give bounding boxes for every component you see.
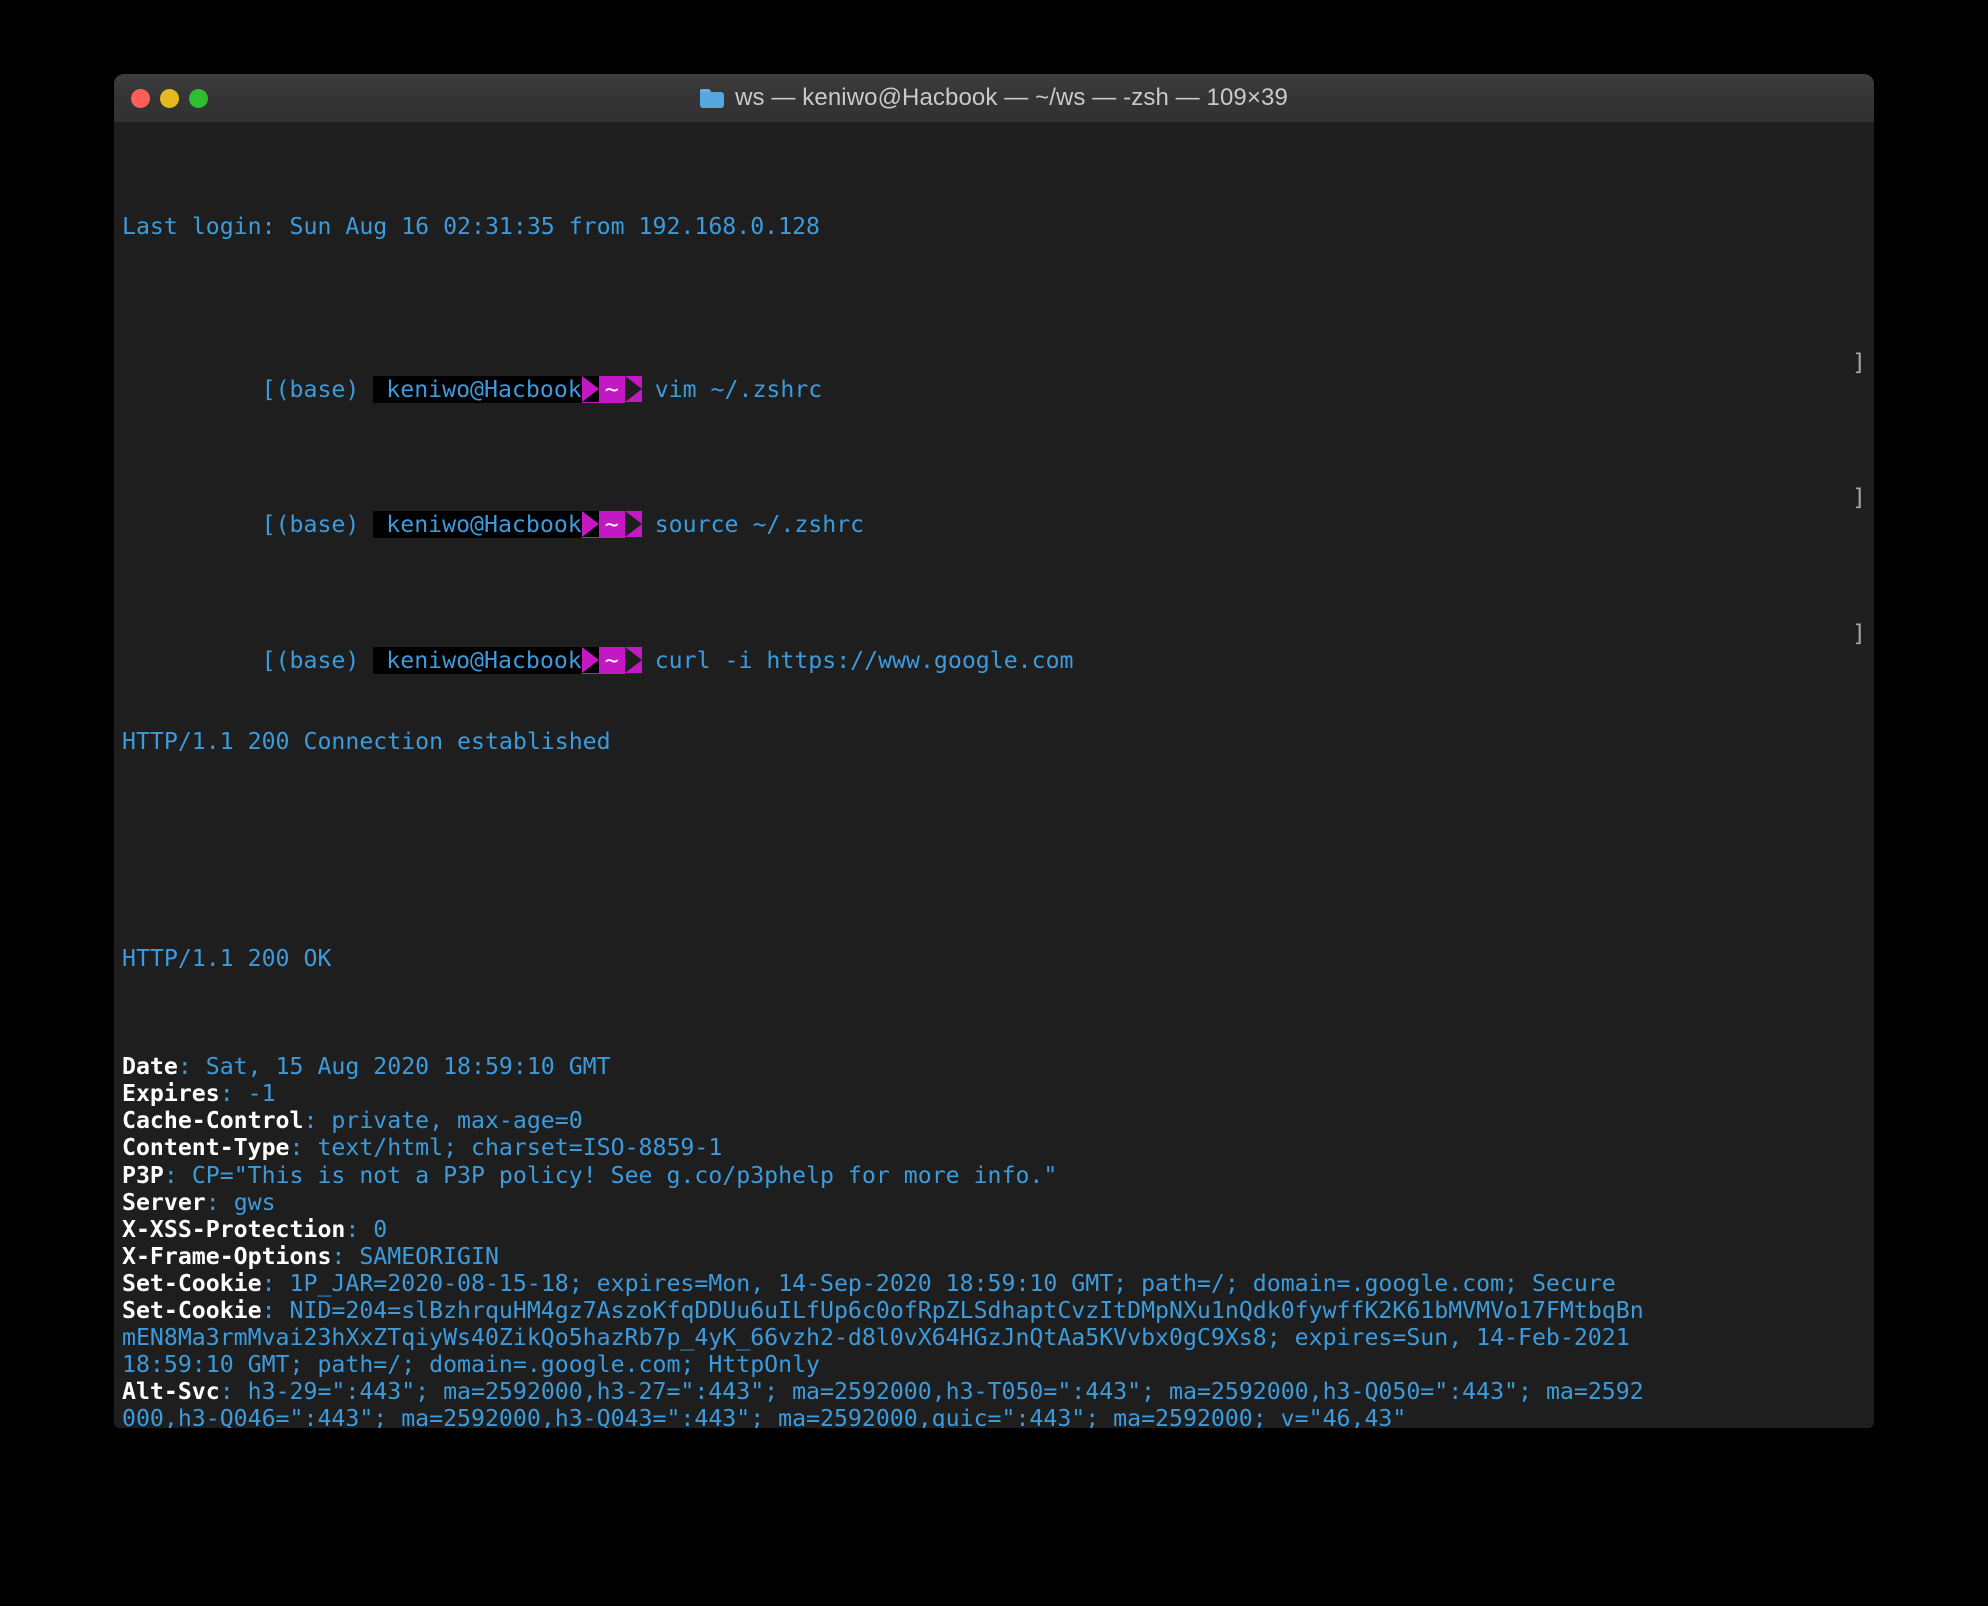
window-title-group: ws — keniwo@Hacbook — ~/ws — -zsh — 109×… xyxy=(114,84,1874,112)
prompt-host: keniwo@Hacbook xyxy=(373,375,582,403)
prompt-directory: ~ xyxy=(598,375,625,403)
powerline-separator-icon xyxy=(624,646,642,674)
http-header-colon: : xyxy=(303,1107,332,1135)
http-header-row: Content-Type: text/html; charset=ISO-885… xyxy=(122,1134,1874,1161)
prompt-tail: ] xyxy=(1852,348,1866,376)
window-controls xyxy=(131,74,208,122)
http-header-value: mEN8Ma3rmMvai23hXxZTqiyWs40ZikQo5hazRb7p… xyxy=(122,1324,1630,1352)
folder-icon xyxy=(700,88,725,108)
prompt-prefix: [(base) xyxy=(261,646,374,674)
maximize-button[interactable] xyxy=(189,88,208,108)
http-header-colon: : xyxy=(163,1161,192,1189)
http-header-row: Cache-Control: private, max-age=0 xyxy=(122,1107,1874,1134)
http-header-name: Server xyxy=(122,1188,206,1216)
http-header-value: 18:59:10 GMT; path=/; domain=.google.com… xyxy=(122,1351,821,1379)
http-header-row: Set-Cookie: NID=204=slBzhrquHM4gz7AszoKf… xyxy=(122,1297,1874,1324)
http-header-colon: : xyxy=(261,1297,290,1325)
prompt-host: keniwo@Hacbook xyxy=(373,511,582,539)
prompt-tail: ] xyxy=(1852,619,1866,647)
last-login-line: Last login: Sun Aug 16 02:31:35 from 192… xyxy=(122,213,821,241)
prompt-line-3: [(base) keniwo@Hacbook ~ curl -i https://w… xyxy=(122,619,1874,674)
powerline-separator-icon xyxy=(581,511,599,539)
terminal-body[interactable]: Last login: Sun Aug 16 02:31:35 from 192… xyxy=(114,123,1874,1428)
connection-status-line: HTTP/1.1 200 Connection established xyxy=(122,728,611,756)
http-header-colon: : xyxy=(261,1269,290,1297)
http-header-row: P3P: CP="This is not a P3P policy! See g… xyxy=(122,1162,1874,1189)
window-titlebar[interactable]: ws — keniwo@Hacbook — ~/ws — -zsh — 109×… xyxy=(114,74,1874,123)
http-header-value: 0 xyxy=(373,1215,388,1243)
http-header-colon: : xyxy=(177,1053,206,1081)
http-header-row: X-Frame-Options: SAMEORIGIN xyxy=(122,1243,1874,1270)
http-header-value: SAMEORIGIN xyxy=(359,1242,499,1270)
close-button[interactable] xyxy=(131,88,150,108)
http-header-value: NID=204=slBzhrquHM4gz7AszoKfqDDUu6uILfUp… xyxy=(289,1297,1644,1325)
http-header-name: P3P xyxy=(122,1161,164,1189)
http-header-name: Date xyxy=(122,1053,178,1081)
http-header-row: Alt-Svc: h3-29=":443"; ma=2592000,h3-27=… xyxy=(122,1378,1874,1405)
http-header-colon: : xyxy=(289,1134,318,1162)
powerline-separator-icon xyxy=(624,375,642,403)
http-header-value: private, max-age=0 xyxy=(331,1107,583,1135)
http-header-colon: : xyxy=(331,1242,360,1270)
http-header-value: CP="This is not a P3P policy! See g.co/p… xyxy=(191,1161,1058,1189)
powerline-separator-icon xyxy=(581,375,599,403)
desktop-background: ws — keniwo@Hacbook — ~/ws — -zsh — 109×… xyxy=(0,0,1988,1606)
prompt-prefix: [(base) xyxy=(261,511,374,539)
prompt-command: vim ~/.zshrc xyxy=(654,375,823,403)
prompt-line-2: [(base) keniwo@Hacbook ~ source ~/.zshrc ] xyxy=(122,484,1874,539)
http-header-value: 1P_JAR=2020-08-15-18; expires=Mon, 14-Se… xyxy=(289,1269,1616,1297)
http-header-name: X-XSS-Protection xyxy=(122,1215,346,1243)
window-title: ws — keniwo@Hacbook — ~/ws — -zsh — 109×… xyxy=(735,84,1288,111)
prompt-host: keniwo@Hacbook xyxy=(373,646,582,674)
http-header-row: Set-Cookie: 1P_JAR=2020-08-15-18; expire… xyxy=(122,1270,1874,1297)
http-header-name: Set-Cookie xyxy=(122,1269,262,1297)
prompt-command: source ~/.zshrc xyxy=(654,511,865,539)
http-header-colon: : xyxy=(219,1080,248,1108)
http-header-continuation: 18:59:10 GMT; path=/; domain=.google.com… xyxy=(122,1351,1874,1378)
http-header-value: h3-29=":443"; ma=2592000,h3-27=":443"; m… xyxy=(247,1378,1644,1406)
prompt-command: curl -i https://www.google.com xyxy=(654,646,1074,674)
http-header-row: Server: gws xyxy=(122,1189,1874,1216)
http-header-row: Expires: -1 xyxy=(122,1080,1874,1107)
http-header-name: Content-Type xyxy=(122,1134,290,1162)
http-header-value: gws xyxy=(233,1188,276,1216)
http-header-row: Date: Sat, 15 Aug 2020 18:59:10 GMT xyxy=(122,1053,1874,1080)
http-status-line: HTTP/1.1 200 OK xyxy=(122,944,332,972)
http-header-name: Expires xyxy=(122,1080,220,1108)
powerline-separator-icon xyxy=(581,646,599,674)
minimize-button[interactable] xyxy=(160,88,179,108)
prompt-line-1: [(base) keniwo@Hacbook ~ vim ~/.zshrc ] xyxy=(122,348,1874,403)
terminal-screen: Last login: Sun Aug 16 02:31:35 from 192… xyxy=(114,132,1874,1428)
http-header-continuation: mEN8Ma3rmMvai23hXxZTqiyWs40ZikQo5hazRb7p… xyxy=(122,1324,1874,1351)
http-header-name: Alt-Svc xyxy=(122,1378,220,1406)
http-header-name: Cache-Control xyxy=(122,1107,304,1135)
http-header-name: X-Frame-Options xyxy=(122,1242,332,1270)
terminal-window[interactable]: ws — keniwo@Hacbook — ~/ws — -zsh — 109×… xyxy=(114,74,1874,1428)
http-header-value: -1 xyxy=(247,1080,276,1108)
prompt-tail: ] xyxy=(1852,484,1866,512)
http-header-continuation: 000,h3-Q046=":443"; ma=2592000,h3-Q043="… xyxy=(122,1405,1874,1428)
http-headers-list: Date: Sat, 15 Aug 2020 18:59:10 GMT Expir… xyxy=(122,1053,1874,1428)
prompt-prefix: [(base) xyxy=(261,375,374,403)
http-header-value: Sat, 15 Aug 2020 18:59:10 GMT xyxy=(205,1053,611,1081)
prompt-directory: ~ xyxy=(598,511,625,539)
prompt-directory: ~ xyxy=(598,646,625,674)
http-header-name: Set-Cookie xyxy=(122,1297,262,1325)
http-header-colon: : xyxy=(205,1188,234,1216)
http-header-value: text/html; charset=ISO-8859-1 xyxy=(317,1134,723,1162)
http-header-colon: : xyxy=(345,1215,374,1243)
http-header-colon: : xyxy=(219,1378,248,1406)
http-header-value: 000,h3-Q046=":443"; ma=2592000,h3-Q043="… xyxy=(122,1405,1407,1428)
http-header-row: X-XSS-Protection: 0 xyxy=(122,1216,1874,1243)
powerline-separator-icon xyxy=(624,511,642,538)
